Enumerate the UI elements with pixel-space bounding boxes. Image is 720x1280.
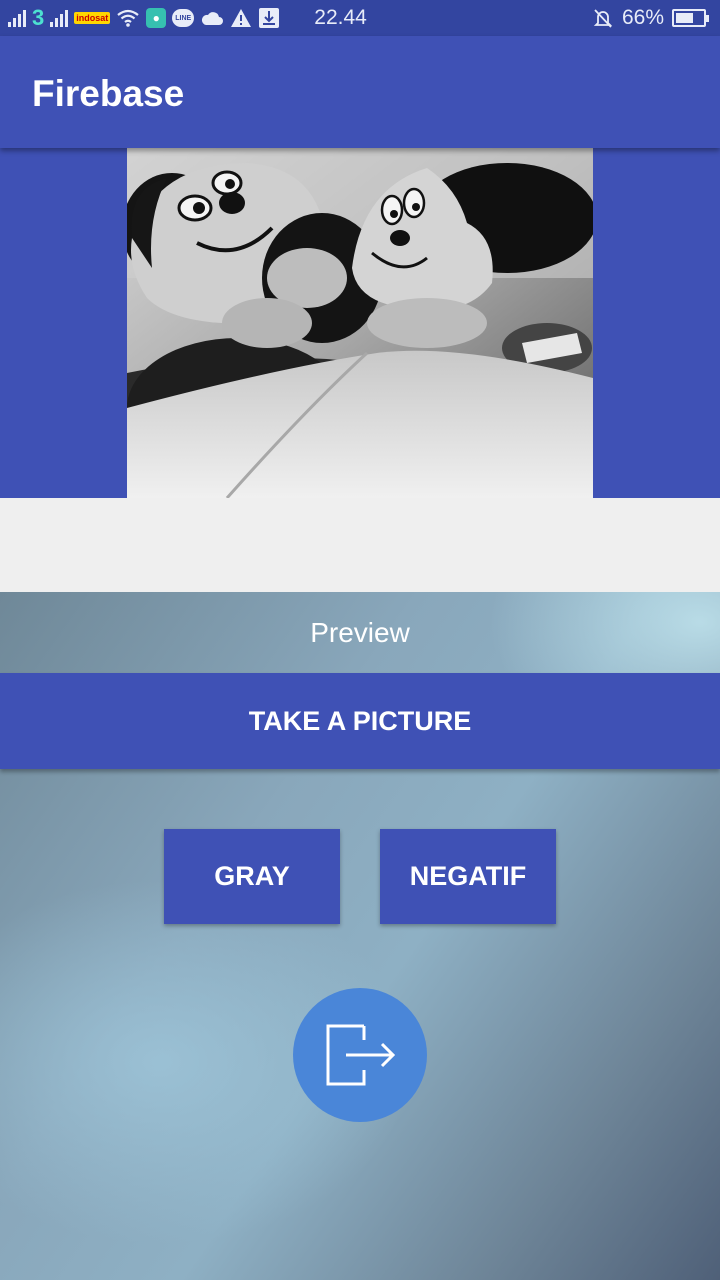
gray-filter-button[interactable]: GRAY bbox=[164, 829, 340, 924]
status-icons-left: 3 indosat ● LINE 22.44 bbox=[8, 3, 367, 33]
status-bar: 3 indosat ● LINE 22.44 66% bbox=[0, 0, 720, 36]
battery-level bbox=[676, 13, 694, 23]
exit-icon bbox=[326, 1024, 396, 1086]
plush-toys-photo bbox=[127, 148, 593, 498]
signal-icon bbox=[8, 9, 26, 27]
clock: 22.44 bbox=[314, 6, 367, 29]
signal-icon-2 bbox=[50, 9, 69, 27]
app-title: Firebase bbox=[32, 73, 185, 114]
take-picture-button[interactable]: TAKE A PICTURE bbox=[0, 673, 720, 769]
alarm-off-icon bbox=[593, 9, 613, 28]
preview-image bbox=[127, 148, 593, 498]
preview-label: Preview bbox=[310, 617, 410, 648]
network-3-icon: 3 bbox=[32, 5, 45, 30]
spacer-band bbox=[0, 498, 720, 592]
warning-icon bbox=[231, 9, 252, 27]
battery-percentage: 66% bbox=[621, 6, 664, 29]
app-bar: Firebase bbox=[0, 36, 720, 148]
cloud-icon bbox=[202, 12, 224, 25]
status-icons-right: 66% bbox=[592, 3, 709, 33]
image-container bbox=[0, 148, 720, 498]
indosat-icon: indosat bbox=[74, 12, 111, 24]
app-notification-icon: ● bbox=[146, 8, 167, 28]
battery-icon bbox=[672, 9, 709, 27]
logout-button[interactable] bbox=[293, 988, 427, 1122]
download-icon bbox=[259, 8, 280, 28]
wifi-icon bbox=[117, 9, 139, 27]
negatif-filter-button[interactable]: NEGATIF bbox=[380, 829, 556, 924]
line-icon: LINE bbox=[172, 9, 195, 27]
